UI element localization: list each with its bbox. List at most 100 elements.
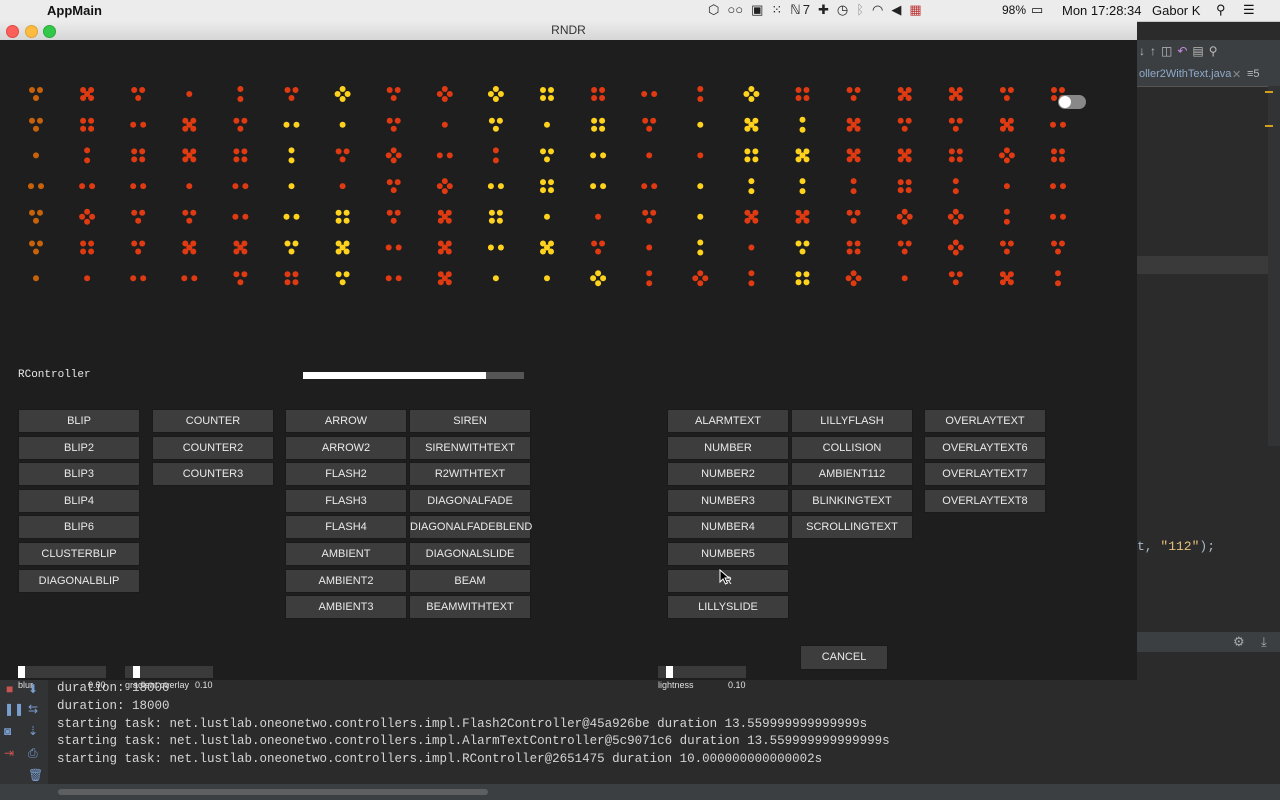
exit-icon[interactable]: ⇥ [4,746,14,760]
button-overlaytext6[interactable]: OVERLAYTEXT6 [924,436,1046,460]
ide-search-icon[interactable]: ⚲ [1209,44,1218,58]
slider-knob[interactable] [666,666,673,678]
button-blip2[interactable]: BLIP2 [18,436,140,460]
button-blip6[interactable]: BLIP6 [18,515,140,539]
revert-icon[interactable]: ↶ [1177,44,1187,58]
button-siren[interactable]: SIREN [409,409,531,433]
user-name[interactable]: Gabor K [1152,3,1200,18]
glasses-icon[interactable]: ○○ [727,2,743,17]
button-number3[interactable]: NUMBER3 [667,489,789,513]
gear-icon[interactable]: ⚙ [1233,634,1245,650]
ide-editor-tab[interactable]: oller2WithText.java ✕ ≡5 [1137,64,1280,87]
button-beam[interactable]: BEAM [409,569,531,593]
button-flash4[interactable]: FLASH4 [285,515,407,539]
overlay-toggle[interactable] [1058,95,1086,109]
slider-knob[interactable] [18,666,25,678]
console-horizontal-scrollbar[interactable] [0,784,1280,800]
battery-percent[interactable]: 98% [1002,3,1026,17]
slider-knob[interactable] [133,666,140,678]
button-diagonalfade[interactable]: DIAGONALFADE [409,489,531,513]
history-icon[interactable]: ◫ [1161,44,1172,58]
button-alarmtext[interactable]: ALARMTEXT [667,409,789,433]
plus-icon[interactable]: ✚ [818,2,829,18]
button-overlaytext7[interactable]: OVERLAYTEXT7 [924,462,1046,486]
structure-icon[interactable]: ▤ [1192,44,1203,58]
button-collision[interactable]: COLLISION [791,436,913,460]
button-scrollingtext[interactable]: SCROLLINGTEXT [791,515,913,539]
button-diagonalfadeblend[interactable]: DIAGONALFADEBLEND [409,515,532,539]
pause-icon[interactable]: ❚❚ [4,702,24,716]
print-icon[interactable]: ⎙ [28,746,38,761]
button-diagonalslide[interactable]: DIAGONALSLIDE [409,542,531,566]
button-number4[interactable]: NUMBER4 [667,515,789,539]
button-flash3[interactable]: FLASH3 [285,489,407,513]
wrap-icon[interactable]: ⇆ [28,702,38,716]
scroll-end-icon[interactable]: ⇣ [28,724,38,738]
led-dot [901,152,908,159]
button-clusterblip[interactable]: CLUSTERBLIP [18,542,140,566]
button-ambient3[interactable]: AMBIENT3 [285,595,407,619]
button-ambient[interactable]: AMBIENT [285,542,407,566]
menu-clock[interactable]: Mon 17:28:34 [1062,3,1142,18]
button-blip[interactable]: BLIP [18,409,140,433]
hide-panel-icon[interactable]: ⤓ [1261,634,1267,650]
window-titlebar[interactable]: RNDR [0,21,1137,41]
trash-icon[interactable]: 🗑 [28,768,43,782]
led-dot [697,239,704,246]
flag-icon[interactable]: ▦ [909,2,921,18]
button-counter[interactable]: COUNTER [152,409,274,433]
volume-icon[interactable]: ◀ [891,2,901,18]
time-machine-icon[interactable]: ◷ [837,2,848,18]
toggle-knob[interactable] [1059,96,1071,108]
stop-icon[interactable]: ■ [6,682,13,696]
led-dot [33,275,39,282]
calendar-icon[interactable]: ▣ [751,2,763,18]
led-dot [799,188,806,195]
app-menu-name[interactable]: AppMain [47,3,102,18]
button-blip3[interactable]: BLIP3 [18,462,140,486]
button-r2withtext[interactable]: R2WITHTEXT [409,462,531,486]
led-dot [1007,240,1014,247]
cancel-button[interactable]: CANCEL [800,645,888,670]
battery-icon[interactable]: ▭ [1031,2,1043,18]
led-dot [139,148,146,155]
button-number5[interactable]: NUMBER5 [667,542,789,566]
search-icon[interactable]: ⚲ [1216,2,1226,18]
vcs-update-icon[interactable]: ↓ [1139,44,1145,58]
button-flash2[interactable]: FLASH2 [285,462,407,486]
led-dot [139,156,146,163]
ide-tab-title[interactable]: oller2WithText.java [1139,68,1231,80]
tab-overflow[interactable]: ≡5 [1247,68,1260,80]
wifi-icon[interactable]: ◠ [872,2,883,18]
bluetooth-icon[interactable]: ᛒ [856,2,864,17]
camera-icon[interactable]: ◙ [4,724,11,738]
scrollbar-thumb[interactable] [58,789,488,795]
button-ambient112[interactable]: AMBIENT112 [791,462,913,486]
button-overlaytext[interactable]: OVERLAYTEXT [924,409,1046,433]
ime-icon[interactable]: ℕ7 [790,2,810,18]
button-lillyflash[interactable]: LILLYFLASH [791,409,913,433]
button-blip4[interactable]: BLIP4 [18,489,140,513]
led-dot [29,209,35,216]
button-counter2[interactable]: COUNTER2 [152,436,274,460]
grid-icon[interactable]: ⁙ [771,2,782,18]
button-lillyslide[interactable]: LILLYSLIDE [667,595,789,619]
vcs-commit-icon[interactable]: ↑ [1150,44,1156,58]
button-number[interactable]: NUMBER [667,436,789,460]
slider-track[interactable] [18,666,106,678]
button-overlaytext8[interactable]: OVERLAYTEXT8 [924,489,1046,513]
led-dot [237,279,244,286]
button-blinkingtext[interactable]: BLINKINGTEXT [791,489,913,513]
button-beamwithtext[interactable]: BEAMWITHTEXT [409,595,531,619]
button-counter3[interactable]: COUNTER3 [152,462,274,486]
button-arrow[interactable]: ARROW [285,409,407,433]
link-icon[interactable]: ⬡ [708,2,719,18]
button-number2[interactable]: NUMBER2 [667,462,789,486]
led-dot [850,280,857,287]
close-icon[interactable]: ✕ [1232,68,1241,81]
button-arrow2[interactable]: ARROW2 [285,436,407,460]
button-sirenwithtext[interactable]: SIRENWITHTEXT [409,436,531,460]
button-ambient2[interactable]: AMBIENT2 [285,569,407,593]
button-diagonalblip[interactable]: DIAGONALBLIP [18,569,140,593]
list-icon[interactable]: ☰ [1243,2,1255,18]
